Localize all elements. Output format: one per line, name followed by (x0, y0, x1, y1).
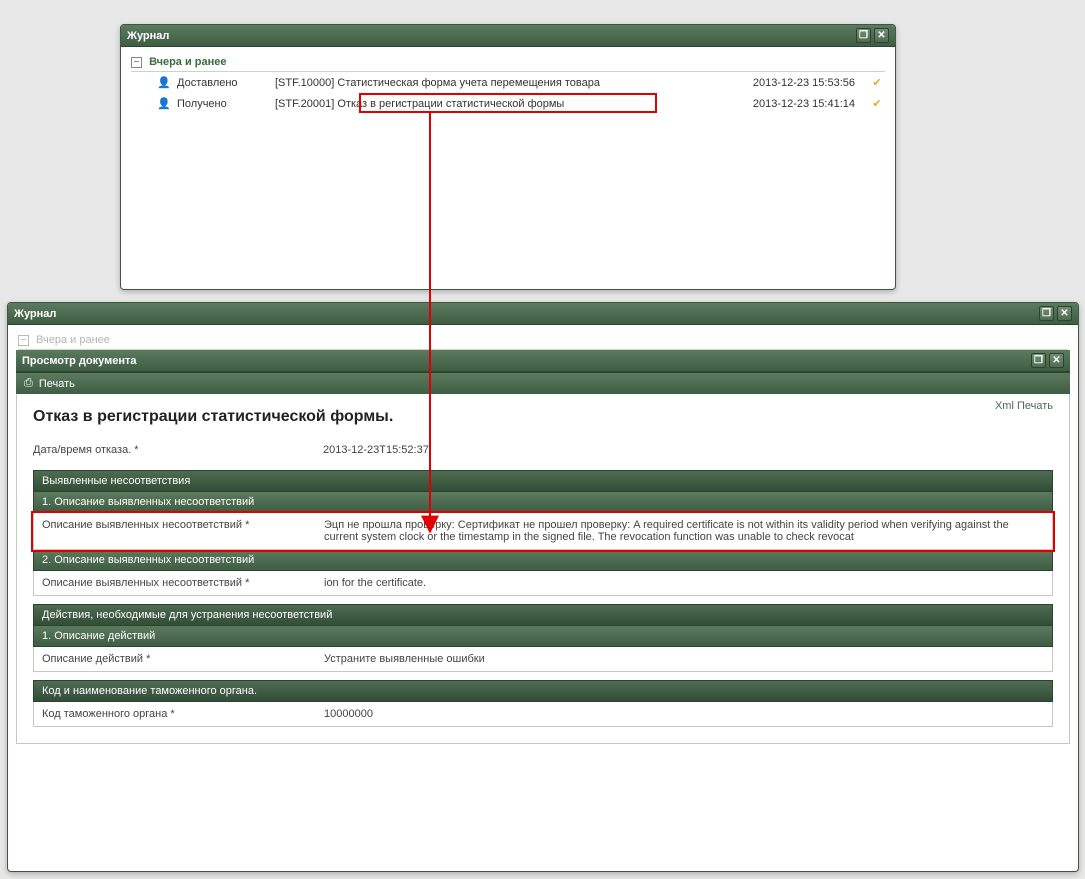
print-icon[interactable]: ⎙ (24, 377, 33, 390)
discrepancy-row-2: Описание выявленных несоответствий * ion… (33, 571, 1053, 596)
status-label: Доставлено (177, 77, 267, 89)
customs-value: 10000000 (324, 708, 1044, 720)
close-icon[interactable]: ✕ (874, 28, 889, 43)
discrepancy-2-label: Описание выявленных несоответствий * (42, 577, 324, 589)
xml-print-link[interactable]: Xml Печать (995, 400, 1053, 412)
subject-label: [STF.20001] Отказ в регистрации статисти… (275, 98, 723, 110)
date-value: 2013-12-23T15:52:37 (323, 444, 1053, 456)
journal2-group-label: Вчера и ранее (36, 334, 110, 346)
subject-label: [STF.10000] Статистическая форма учета п… (275, 77, 723, 89)
subsection-discrepancy-2: 2. Описание выявленных несоответствий (33, 550, 1053, 571)
docview-title: Просмотр документа (22, 355, 137, 367)
collapse-icon[interactable]: − (131, 57, 142, 68)
journal2-group[interactable]: − Вчера и ранее (18, 331, 1068, 350)
restore-icon[interactable]: ❐ (1039, 306, 1054, 321)
journal-row[interactable]: 👤 Получено [STF.20001] Отказ в регистрац… (131, 93, 885, 114)
datetime-label: 2013-12-23 15:41:14 (731, 98, 861, 110)
section-customs: Код и наименование таможенного органа. (33, 680, 1053, 702)
customs-row: Код таможенного органа * 10000000 (33, 702, 1053, 727)
docview-titlebar: Просмотр документа ❐ ✕ (16, 350, 1070, 372)
action-1-value: Устраните выявленные ошибки (324, 653, 1044, 665)
section-actions: Действия, необходимые для устранения нес… (33, 604, 1053, 626)
journal-group[interactable]: − Вчера и ранее (131, 53, 885, 72)
discrepancy-row-1: Описание выявленных несоответствий * Эцп… (33, 513, 1053, 550)
check-icon: ✔ (869, 97, 885, 110)
datetime-label: 2013-12-23 15:53:56 (731, 77, 861, 89)
close-icon[interactable]: ✕ (1049, 353, 1064, 368)
doc-heading: Отказ в регистрации статистической формы… (33, 408, 1053, 426)
status-label: Получено (177, 98, 267, 110)
discrepancy-1-label: Описание выявленных несоответствий * (42, 519, 324, 543)
close-icon[interactable]: ✕ (1057, 306, 1072, 321)
action-1-label: Описание действий * (42, 653, 324, 665)
journal-group-label: Вчера и ранее (149, 56, 226, 68)
customs-label: Код таможенного органа * (42, 708, 324, 720)
discrepancy-1-value: Эцп не прошла проверку: Сертификат не пр… (324, 519, 1044, 543)
journal-row[interactable]: 👤 Доставлено [STF.10000] Статистическая … (131, 72, 885, 93)
journal2-title: Журнал (14, 308, 56, 320)
journal2-titlebar: Журнал ❐ ✕ (8, 303, 1078, 325)
subsection-discrepancy-1: 1. Описание выявленных несоответствий (33, 492, 1053, 513)
user-icon: 👤 (157, 97, 169, 110)
action-row-1: Описание действий * Устраните выявленные… (33, 647, 1053, 672)
discrepancy-2-value: ion for the certificate. (324, 577, 1044, 589)
journal-titlebar: Журнал ❐ ✕ (121, 25, 895, 47)
journal-title: Журнал (127, 30, 169, 42)
print-button[interactable]: Печать (39, 378, 75, 390)
date-label: Дата/время отказа. * (33, 444, 323, 456)
docview-toolbar: ⎙ Печать (16, 372, 1070, 394)
subsection-action-1: 1. Описание действий (33, 626, 1053, 647)
section-discrepancies: Выявленные несоответствия (33, 470, 1053, 492)
collapse-icon[interactable]: − (18, 335, 29, 346)
restore-icon[interactable]: ❐ (1031, 353, 1046, 368)
restore-icon[interactable]: ❐ (856, 28, 871, 43)
user-icon: 👤 (157, 76, 169, 89)
check-icon: ✔ (869, 76, 885, 89)
